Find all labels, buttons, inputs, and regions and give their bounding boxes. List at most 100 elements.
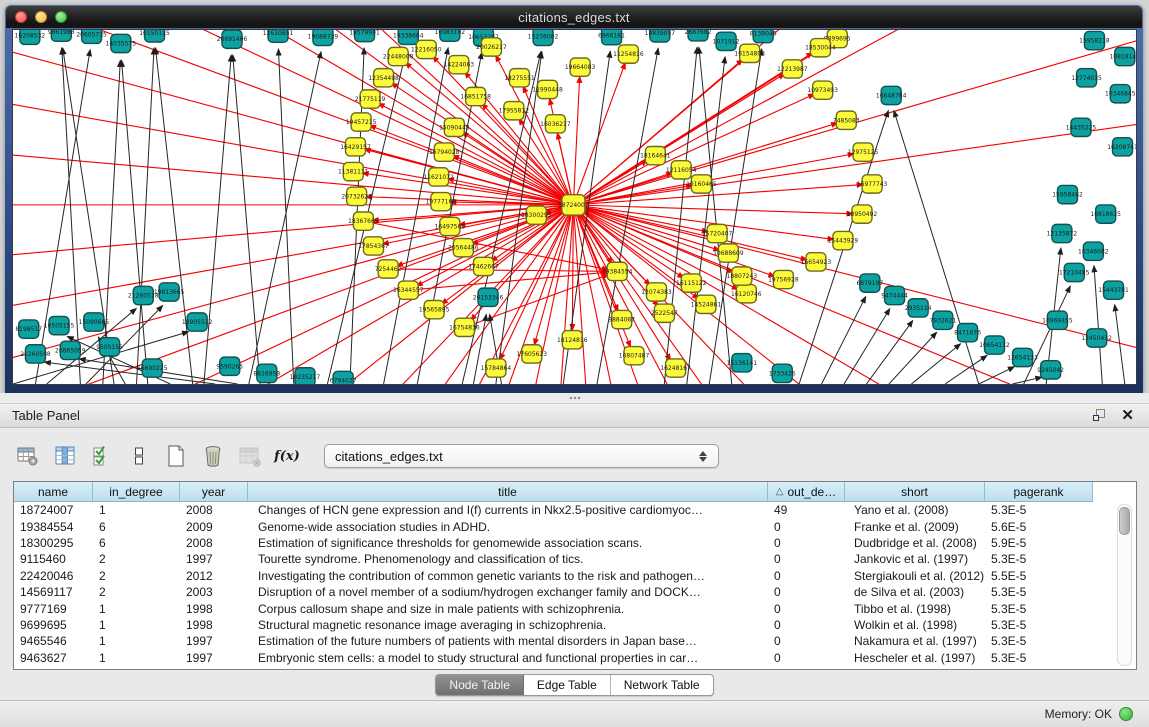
table-row[interactable]: 1456911722003Disruption of a novel membe…: [14, 584, 1136, 600]
column-header-year[interactable]: year: [180, 482, 248, 502]
memory-status-icon[interactable]: [1119, 707, 1133, 721]
table-row[interactable]: 911546021997Tourette syndrome. Phenomeno…: [14, 551, 1136, 567]
table-cell[interactable]: 0: [768, 617, 845, 633]
table-cell[interactable]: Investigating the contribution of common…: [248, 568, 768, 584]
show-columns-icon[interactable]: [51, 442, 79, 470]
table-cell[interactable]: Hescheler et al. (1997): [845, 650, 985, 666]
table-cell[interactable]: 1997: [180, 551, 248, 567]
table-cell[interactable]: 5.9E-5: [985, 535, 1093, 551]
table-cell[interactable]: 19384554: [14, 518, 93, 534]
table-cell[interactable]: 9777169: [14, 600, 93, 616]
zoom-window-icon[interactable]: [55, 11, 67, 23]
table-cell[interactable]: 5.3E-5: [985, 584, 1093, 600]
table-cell[interactable]: 6: [93, 518, 180, 534]
table-cell[interactable]: 9463627: [14, 650, 93, 666]
table-cell[interactable]: 0: [768, 650, 845, 666]
table-row[interactable]: 1872400712008Changes of HCN gene express…: [14, 502, 1136, 518]
table-cell[interactable]: 1998: [180, 600, 248, 616]
table-cell[interactable]: 2003: [180, 584, 248, 600]
table-cell[interactable]: 18724007: [14, 502, 93, 518]
network-canvas[interactable]: 1620853298619882060573514035575101501152…: [13, 30, 1136, 384]
minimize-window-icon[interactable]: [35, 11, 47, 23]
table-cell[interactable]: 1: [93, 650, 180, 666]
table-cell[interactable]: 0: [768, 633, 845, 649]
table-cell[interactable]: 5.3E-5: [985, 551, 1093, 567]
table-cell[interactable]: 5.3E-5: [985, 633, 1093, 649]
window-titlebar[interactable]: citations_edges.txt: [6, 6, 1142, 28]
column-header-title[interactable]: title: [248, 482, 768, 502]
tab-edge-table[interactable]: Edge Table: [524, 675, 611, 695]
column-header-in_degree[interactable]: in_degree: [93, 482, 180, 502]
table-cell[interactable]: Disruption of a novel member of a sodium…: [248, 584, 768, 600]
table-cell[interactable]: 1: [93, 600, 180, 616]
table-row[interactable]: 977716911998Corpus callosum shape and si…: [14, 600, 1136, 616]
column-header-pagerank[interactable]: pagerank: [985, 482, 1093, 502]
table-cell[interactable]: 5.6E-5: [985, 518, 1093, 534]
table-cell[interactable]: 0: [768, 600, 845, 616]
table-cell[interactable]: 5.3E-5: [985, 650, 1093, 666]
table-cell[interactable]: 18300295: [14, 535, 93, 551]
close-panel-icon[interactable]: ✕: [1121, 409, 1134, 422]
table-cell[interactable]: Changes of HCN gene expression and I(f) …: [248, 502, 768, 518]
table-cell[interactable]: 9115460: [14, 551, 93, 567]
column-header-short[interactable]: short: [845, 482, 985, 502]
table-cell[interactable]: 22420046: [14, 568, 93, 584]
table-cell[interactable]: 9465546: [14, 633, 93, 649]
table-cell[interactable]: 2: [93, 568, 180, 584]
delete-table-icon[interactable]: [199, 442, 227, 470]
table-cell[interactable]: 2: [93, 551, 180, 567]
table-cell[interactable]: 0: [768, 518, 845, 534]
table-cell[interactable]: Stergiakouli et al. (2012): [845, 568, 985, 584]
table-cell[interactable]: 1998: [180, 617, 248, 633]
table-cell[interactable]: Embryonic stem cells: a model to study s…: [248, 650, 768, 666]
table-cell[interactable]: Structural magnetic resonance image aver…: [248, 617, 768, 633]
table-cell[interactable]: 0: [768, 535, 845, 551]
table-cell[interactable]: Tibbo et al. (1998): [845, 600, 985, 616]
table-cell[interactable]: 0: [768, 568, 845, 584]
create-table-icon[interactable]: [162, 442, 190, 470]
table-cell[interactable]: de Silva et al. (2003): [845, 584, 985, 600]
table-cell[interactable]: 2008: [180, 502, 248, 518]
citation-network-graph[interactable]: 1620853298619882060573514035575101501152…: [13, 30, 1136, 384]
table-cell[interactable]: 1: [93, 617, 180, 633]
table-cell[interactable]: 1997: [180, 650, 248, 666]
table-cell[interactable]: 1: [93, 502, 180, 518]
select-columns-icon[interactable]: [88, 442, 116, 470]
table-cell[interactable]: Genome-wide association studies in ADHD.: [248, 518, 768, 534]
panel-divider[interactable]: [0, 393, 1149, 404]
column-header-name[interactable]: name: [14, 482, 93, 502]
float-panel-icon[interactable]: [1093, 409, 1106, 422]
table-cell[interactable]: 2012: [180, 568, 248, 584]
table-row[interactable]: 969969511998Structural magnetic resonanc…: [14, 617, 1136, 633]
table-cell[interactable]: 5.3E-5: [985, 502, 1093, 518]
table-cell[interactable]: Nakamura et al. (1997): [845, 633, 985, 649]
column-header-out_de[interactable]: △out_de…: [768, 482, 845, 502]
table-cell[interactable]: Wolkin et al. (1998): [845, 617, 985, 633]
table-vertical-scrollbar[interactable]: [1117, 504, 1132, 666]
function-builder-icon[interactable]: f(x): [273, 442, 301, 470]
table-cell[interactable]: 0: [768, 584, 845, 600]
table-cell[interactable]: Jankovic et al. (1997): [845, 551, 985, 567]
table-cell[interactable]: Tourette syndrome. Phenomenology and cla…: [248, 551, 768, 567]
table-cell[interactable]: 6: [93, 535, 180, 551]
table-cell[interactable]: 1: [93, 633, 180, 649]
table-cell[interactable]: 2008: [180, 535, 248, 551]
table-cell[interactable]: 5.3E-5: [985, 617, 1093, 633]
table-settings-icon[interactable]: [14, 442, 42, 470]
table-cell[interactable]: Estimation of significance thresholds fo…: [248, 535, 768, 551]
table-cell[interactable]: Yano et al. (2008): [845, 502, 985, 518]
table-cell[interactable]: 5.5E-5: [985, 568, 1093, 584]
table-cell[interactable]: 5.3E-5: [985, 600, 1093, 616]
tab-network-table[interactable]: Network Table: [611, 675, 713, 695]
table-cell[interactable]: Dudbridge et al. (2008): [845, 535, 985, 551]
table-cell[interactable]: 2: [93, 584, 180, 600]
table-cell[interactable]: 2009: [180, 518, 248, 534]
table-row[interactable]: 1938455462009Genome-wide association stu…: [14, 518, 1136, 534]
scrollbar-thumb[interactable]: [1119, 507, 1130, 535]
table-row[interactable]: 1830029562008Estimation of significance …: [14, 535, 1136, 551]
table-row[interactable]: 946554611997Estimation of the future num…: [14, 633, 1136, 649]
table-cell[interactable]: 49: [768, 502, 845, 518]
table-cell[interactable]: 9699695: [14, 617, 93, 633]
table-cell[interactable]: Corpus callosum shape and size in male p…: [248, 600, 768, 616]
table-cell[interactable]: 1997: [180, 633, 248, 649]
